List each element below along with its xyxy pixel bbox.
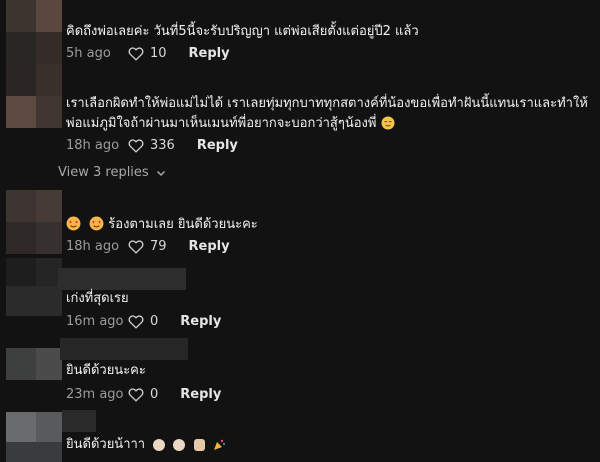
avatar[interactable] bbox=[6, 190, 62, 254]
comment-text: ยินดีด้วยน้าาา bbox=[66, 434, 592, 456]
comment-text: เก่งที่สุดเรย bbox=[66, 291, 129, 306]
comment-item: เราเลือกผิดทำให้พ่อแม่ไม่ได้ เราเลยทุ่มท… bbox=[0, 64, 600, 164]
relieved-face-emoji bbox=[381, 116, 395, 130]
reply-button[interactable]: Reply bbox=[180, 314, 221, 329]
like-button[interactable]: 336 bbox=[128, 138, 175, 153]
avatar[interactable] bbox=[6, 408, 62, 462]
heart-outline-icon bbox=[128, 139, 144, 153]
comment-text-line-1: เราเลือกผิดทำให้พ่อแม่ไม่ได้ เราเลยทุ่มท… bbox=[66, 96, 588, 111]
heart-outline-icon bbox=[128, 47, 144, 61]
comment-text: ยินดีด้วยนะคะ bbox=[66, 363, 146, 378]
avatar[interactable] bbox=[6, 0, 62, 64]
username-blurred[interactable] bbox=[58, 268, 186, 290]
comment-item: ยินดีด้วยน้าาา bbox=[0, 408, 600, 462]
avatar[interactable] bbox=[6, 64, 62, 128]
comment-text: ร้องตามเลย ยินดีด้วยนะคะ bbox=[66, 214, 592, 236]
comment-text-line-2: พ่อแม่ภูมิใจถ้าผ่านมาเห็นเมนท์พี่อยากจะบ… bbox=[66, 113, 592, 135]
reply-button[interactable]: Reply bbox=[189, 239, 230, 254]
view-replies-label: View 3 replies bbox=[58, 165, 149, 180]
comment-item: ยินดีด้วยนะคะ 23m ago 0 Reply bbox=[0, 334, 600, 406]
reply-button[interactable]: Reply bbox=[197, 138, 238, 153]
like-count: 10 bbox=[150, 46, 167, 61]
party-popper-emoji bbox=[213, 439, 225, 450]
like-count: 0 bbox=[150, 387, 159, 402]
comment-text: คิดถึงพ่อเลยค่ะ วันที่5นี้จะรับปริญญา แต… bbox=[66, 24, 419, 39]
comment-timestamp: 5h ago bbox=[66, 46, 111, 61]
comment-item: คิดถึงพ่อเลยค่ะ วันที่5นี้จะรับปริญญา แต… bbox=[0, 0, 600, 72]
like-count: 79 bbox=[150, 239, 167, 254]
clapping-hands-emoji bbox=[173, 439, 186, 451]
reply-button[interactable]: Reply bbox=[189, 46, 230, 61]
like-button[interactable]: 79 bbox=[128, 239, 167, 254]
avatar[interactable] bbox=[6, 258, 62, 328]
comment-timestamp: 23m ago bbox=[66, 387, 124, 402]
comment-timestamp: 18h ago bbox=[66, 239, 120, 254]
smiling-face-with-hearts-emoji bbox=[66, 216, 81, 231]
like-button[interactable]: 0 bbox=[128, 314, 158, 329]
comment-meta: 16m ago 0 Reply bbox=[66, 314, 221, 329]
comment-text-body: ยินดีด้วยน้าาา bbox=[66, 437, 146, 452]
comment-meta: 23m ago 0 Reply bbox=[66, 387, 221, 402]
heart-outline-icon bbox=[128, 315, 144, 329]
thumbs-up-emoji bbox=[193, 439, 205, 451]
clapping-hands-emoji bbox=[153, 439, 166, 451]
chevron-down-icon bbox=[156, 170, 165, 176]
comment-item: เก่งที่สุดเรย 16m ago 0 Reply bbox=[0, 258, 600, 332]
comment-text-line-2-text: พ่อแม่ภูมิใจถ้าผ่านมาเห็นเมนท์พี่อยากจะบ… bbox=[66, 116, 377, 131]
smiling-face-with-hearts-emoji bbox=[89, 216, 104, 231]
reply-button[interactable]: Reply bbox=[180, 387, 221, 402]
like-button[interactable]: 10 bbox=[128, 46, 167, 61]
comment-meta: 18h ago 79 Reply bbox=[66, 239, 230, 254]
comment-timestamp: 16m ago bbox=[66, 314, 124, 329]
comment-timestamp: 18h ago bbox=[66, 138, 120, 153]
comment-meta: 18h ago 336 Reply bbox=[66, 138, 238, 153]
avatar[interactable] bbox=[6, 334, 62, 380]
like-button[interactable]: 0 bbox=[128, 387, 158, 402]
like-count: 0 bbox=[150, 314, 159, 329]
comment-item: ร้องตามเลย ยินดีด้วยนะคะ 18h ago 79 Repl… bbox=[0, 190, 600, 262]
like-count: 336 bbox=[150, 138, 175, 153]
comment-text-body: ร้องตามเลย ยินดีด้วยนะคะ bbox=[108, 217, 258, 232]
comment-meta: 5h ago 10 Reply bbox=[66, 46, 230, 61]
username-blurred[interactable] bbox=[62, 410, 96, 432]
username-blurred[interactable] bbox=[60, 338, 188, 360]
heart-outline-icon bbox=[128, 388, 144, 402]
view-replies-button[interactable]: View 3 replies bbox=[58, 165, 167, 180]
heart-outline-icon bbox=[128, 240, 144, 254]
